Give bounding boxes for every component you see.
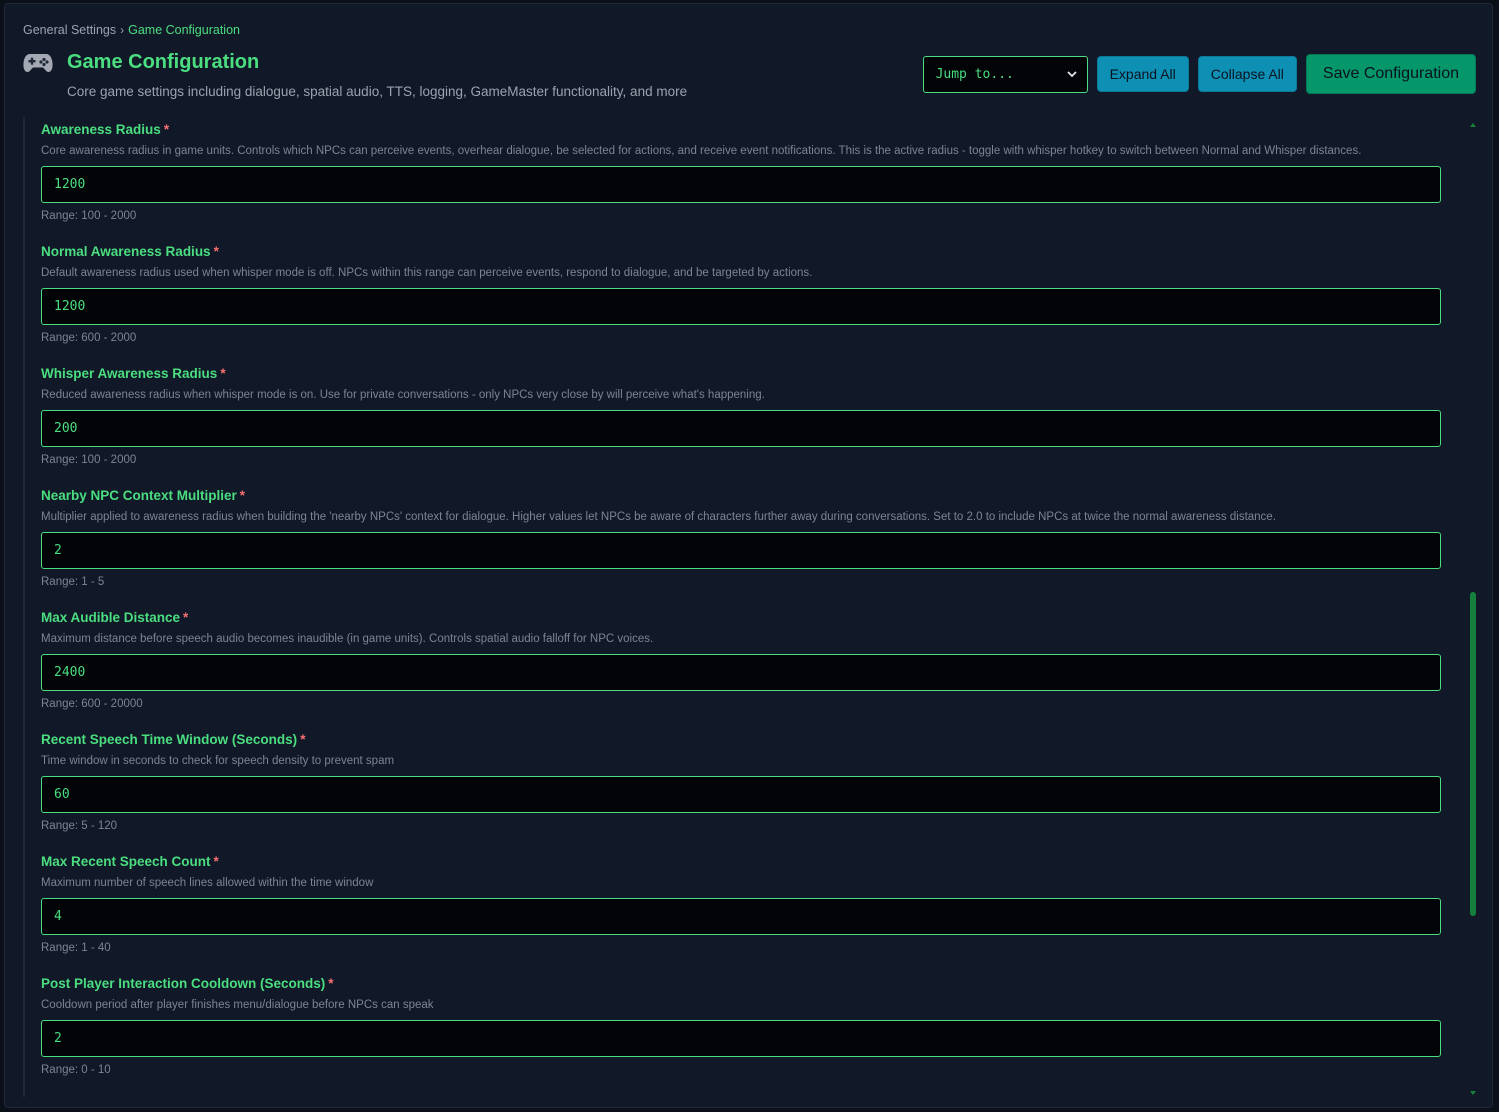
scrollbar-thumb[interactable] — [1470, 592, 1476, 916]
required-marker: * — [300, 732, 306, 747]
field-range: Range: 100 - 2000 — [41, 210, 137, 222]
field-label: Recent Speech Time Window (Seconds) * — [41, 732, 306, 747]
scroll-down-arrow-icon[interactable] — [1469, 1090, 1477, 1096]
field-description: Default awareness radius used when whisp… — [41, 267, 813, 279]
field-description: Maximum number of speech lines allowed w… — [41, 877, 374, 889]
toolbar: Jump to... Expand All Collapse All Save … — [922, 54, 1476, 94]
max-recent-speech-count-input[interactable]: 4 — [41, 898, 1441, 935]
field-post-player-interaction-cooldown: Post Player Interaction Cooldown (Second… — [41, 975, 1441, 1078]
field-range: Range: 5 - 120 — [41, 820, 118, 832]
required-marker: * — [239, 488, 246, 503]
scrollbar[interactable] — [1468, 122, 1478, 1096]
chevron-down-icon — [1066, 71, 1077, 78]
field-max-recent-speech-count: Max Recent Speech Count * Maximum number … — [41, 853, 1441, 956]
field-label: Max Audible Distance * — [41, 610, 189, 625]
field-description: Time window in seconds to check for spee… — [41, 755, 395, 767]
field-label: Normal Awareness Radius * — [41, 244, 219, 259]
jump-to-select[interactable]: Jump to... — [922, 55, 1088, 93]
jump-to-label: Jump to... — [935, 66, 1014, 82]
field-range: Range: 1 - 5 — [41, 576, 105, 588]
config-panel: General Settings › Game Configuration Ga… — [4, 3, 1493, 1108]
field-description: Multiplier applied to awareness radius w… — [41, 511, 1276, 523]
field-awareness-radius: Awareness Radius * Core awareness radius … — [41, 121, 1441, 224]
title-row: Game Configuration — [23, 50, 259, 74]
field-recent-speech-time-window: Recent Speech Time Window (Seconds) * Tim… — [41, 731, 1441, 834]
field-description: Core awareness radius in game units. Con… — [41, 145, 1362, 157]
page-subtitle: Core game settings including dialogue, s… — [67, 84, 688, 99]
field-range: Range: 600 - 20000 — [41, 698, 143, 710]
breadcrumb-root[interactable]: General Settings — [23, 23, 116, 37]
field-range: Range: 600 - 2000 — [41, 332, 137, 344]
field-nearby-npc-context-multiplier: Nearby NPC Context Multiplier * Multiplie… — [41, 487, 1441, 590]
field-label: Post Player Interaction Cooldown (Second… — [41, 976, 334, 991]
breadcrumb-separator: › — [120, 23, 125, 37]
gamepad-icon — [23, 54, 53, 72]
max-audible-distance-input[interactable]: 2400 — [41, 654, 1441, 691]
recent-speech-time-window-input[interactable]: 60 — [41, 776, 1441, 813]
required-marker: * — [220, 366, 226, 381]
field-max-audible-distance: Max Audible Distance * Maximum distance b… — [41, 609, 1441, 712]
required-marker: * — [183, 610, 189, 625]
required-marker: * — [328, 976, 334, 991]
required-marker: * — [213, 854, 219, 869]
breadcrumb: General Settings › Game Configuration — [23, 23, 240, 37]
field-description: Cooldown period after player finishes me… — [41, 999, 434, 1011]
field-label: Awareness Radius * — [41, 122, 170, 137]
save-configuration-button[interactable]: Save Configuration — [1305, 54, 1476, 94]
field-range: Range: 1 - 40 — [41, 942, 111, 954]
page-title: Game Configuration — [67, 50, 260, 73]
expand-all-button[interactable]: Expand All — [1096, 56, 1189, 92]
field-description: Maximum distance before speech audio bec… — [41, 633, 654, 645]
field-description: Reduced awareness radius when whisper mo… — [41, 389, 765, 401]
field-label: Max Recent Speech Count * — [41, 854, 219, 869]
required-marker: * — [163, 122, 170, 137]
whisper-awareness-radius-input[interactable]: 200 — [41, 410, 1441, 447]
required-marker: * — [213, 244, 219, 259]
collapse-all-button[interactable]: Collapse All — [1197, 56, 1297, 92]
field-range: Range: 0 - 10 — [41, 1064, 111, 1076]
post-player-interaction-cooldown-input[interactable]: 2 — [41, 1020, 1441, 1057]
breadcrumb-current: Game Configuration — [128, 23, 240, 37]
settings-list: Awareness Radius * Core awareness radius … — [23, 117, 1453, 1097]
scroll-up-arrow-icon[interactable] — [1469, 122, 1477, 128]
field-range: Range: 100 - 2000 — [41, 454, 137, 466]
awareness-radius-input[interactable]: 1200 — [41, 166, 1441, 203]
nearby-npc-context-multiplier-input[interactable]: 2 — [41, 532, 1441, 569]
field-normal-awareness-radius: Normal Awareness Radius * Default awarene… — [41, 243, 1441, 346]
field-whisper-awareness-radius: Whisper Awareness Radius * Reduced awaren… — [41, 365, 1441, 468]
normal-awareness-radius-input[interactable]: 1200 — [41, 288, 1441, 325]
field-label: Nearby NPC Context Multiplier * — [41, 488, 246, 503]
field-label: Whisper Awareness Radius * — [41, 366, 226, 381]
